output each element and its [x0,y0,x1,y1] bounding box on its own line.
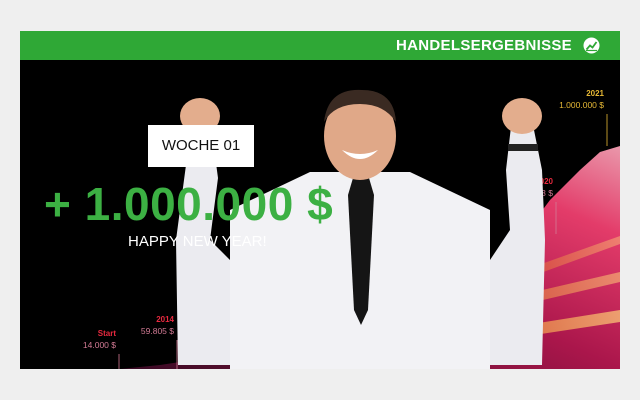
chart-badge-icon [583,37,600,54]
profit-headline: + 1.000.000 $ [44,178,334,230]
week-badge: WOCHE 01 [148,125,254,167]
header-title: HANDELSERGEBNISSE [396,37,572,54]
milestone-value: 1.000.000 $ [559,100,604,110]
trading-results-card: Start14.000 $201459.805 $2015135.271 $20… [20,31,620,369]
milestone-value: 14.000 $ [83,340,116,350]
milestone-year: Start [98,329,117,338]
week-label: WOCHE 01 [161,137,241,154]
header-bar: HANDELSERGEBNISSE [20,31,620,60]
milestone-2021: 2021 1.000.000 $ [559,89,608,146]
right-arm [490,98,545,365]
milestone-start: Start 14.000 $ [83,329,120,369]
greeting-subline: HAPPY NEW YEAR! [128,233,267,250]
milestone-year: 2021 [586,89,604,98]
